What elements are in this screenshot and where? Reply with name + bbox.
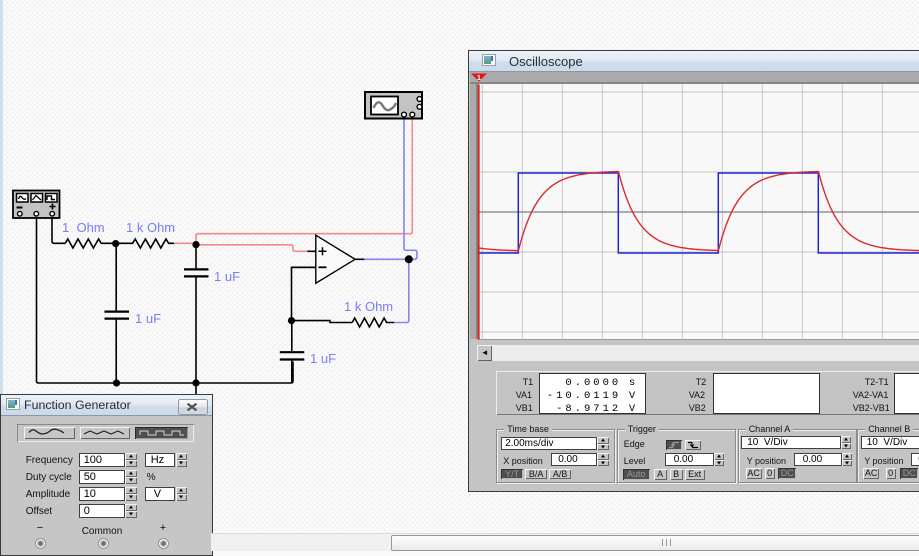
svg-text:1: 1 xyxy=(477,73,481,82)
